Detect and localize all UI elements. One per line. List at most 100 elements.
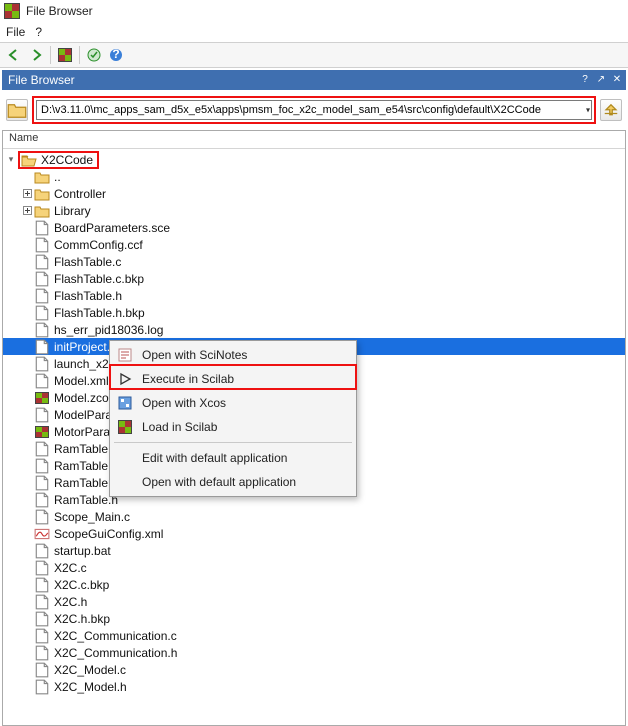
tree-item[interactable]: hs_err_pid18036.log — [3, 321, 625, 338]
tree-item[interactable]: X2C_Communication.h — [3, 644, 625, 661]
help-icon[interactable]: ? — [106, 45, 126, 65]
tree-line — [21, 596, 33, 608]
file-icon — [34, 646, 50, 660]
file-icon — [34, 595, 50, 609]
tree-item[interactable]: X2C.h.bkp — [3, 610, 625, 627]
tree-line — [21, 562, 33, 574]
svg-text:?: ? — [112, 48, 119, 61]
dock-undock-icon[interactable]: ↗ — [596, 75, 606, 85]
tree-item-label: ScopeGuiConfig.xml — [54, 527, 163, 541]
tree-item[interactable]: Scope_Main.c — [3, 508, 625, 525]
tree-item[interactable]: BoardParameters.sce — [3, 219, 625, 236]
dock-header: File Browser ? ↗ ✕ — [2, 70, 626, 90]
tree-line — [21, 528, 33, 540]
tree-line — [21, 273, 33, 285]
app-icon — [4, 3, 20, 19]
tree-item-label: X2C.c.bkp — [54, 578, 109, 592]
tree-item-label: X2C_Communication.c — [54, 629, 177, 643]
tree-item[interactable]: Controller — [3, 185, 625, 202]
tree-item[interactable]: startup.bat — [3, 542, 625, 559]
file-icon — [34, 578, 50, 592]
tree-item-label: Scope_Main.c — [54, 510, 130, 524]
expand-icon[interactable] — [21, 205, 33, 217]
tree-item[interactable]: FlashTable.c — [3, 253, 625, 270]
tree-item[interactable]: CommConfig.ccf — [3, 236, 625, 253]
file-icon — [34, 357, 50, 371]
tree-item-label: FlashTable.c.bkp — [54, 272, 144, 286]
file-icon — [34, 544, 50, 558]
tree-item[interactable]: FlashTable.h — [3, 287, 625, 304]
toolbar: ? — [0, 42, 628, 68]
file-icon — [34, 289, 50, 303]
folder-icon — [34, 170, 50, 184]
back-button[interactable] — [4, 45, 24, 65]
context-menu-item[interactable]: Open with SciNotes — [112, 343, 354, 367]
tree-line — [21, 579, 33, 591]
tree-item[interactable]: X2C.c.bkp — [3, 576, 625, 593]
forward-button[interactable] — [26, 45, 46, 65]
scilab-console-icon[interactable] — [55, 45, 75, 65]
tree-line — [21, 392, 33, 404]
context-menu-item[interactable]: Open with default application — [112, 470, 354, 494]
tree-line — [21, 477, 33, 489]
tree-item[interactable]: .. — [3, 168, 625, 185]
tree-line — [21, 358, 33, 370]
tree-root-label[interactable]: X2CCode — [41, 153, 93, 167]
tree-item-label: X2C_Communication.h — [54, 646, 177, 660]
file-icon — [34, 476, 50, 490]
tree-line — [21, 171, 33, 183]
notes-icon — [116, 346, 134, 364]
column-header-name[interactable]: Name — [3, 131, 625, 149]
tree-line — [21, 324, 33, 336]
tree-line — [21, 443, 33, 455]
tree-item[interactable]: Library — [3, 202, 625, 219]
tree-line — [21, 664, 33, 676]
zcos-icon — [34, 391, 50, 405]
tree-item[interactable]: X2C.h — [3, 593, 625, 610]
dock-help-icon[interactable]: ? — [580, 75, 590, 85]
path-input[interactable] — [36, 100, 592, 120]
tree-item-label: BoardParameters.sce — [54, 221, 170, 235]
tree-item[interactable]: X2C_Model.c — [3, 661, 625, 678]
file-icon — [34, 255, 50, 269]
xcos-icon — [116, 394, 134, 412]
context-menu-label: Open with default application — [142, 475, 296, 489]
tree-line — [21, 460, 33, 472]
file-icon — [34, 680, 50, 694]
context-menu-item[interactable]: Execute in Scilab — [112, 367, 354, 391]
folder-icon-button[interactable] — [6, 99, 28, 121]
tree-line — [21, 613, 33, 625]
dock-close-icon[interactable]: ✕ — [612, 75, 622, 85]
menu-file[interactable]: File — [6, 25, 25, 39]
tree-item-label: X2C_Model.c — [54, 663, 126, 677]
go-up-button[interactable] — [600, 99, 622, 121]
menu-help[interactable]: ? — [35, 25, 42, 39]
expand-icon[interactable] — [21, 188, 33, 200]
tree-item-label: FlashTable.h.bkp — [54, 306, 145, 320]
folder-icon — [21, 153, 37, 167]
pathbar: ▾ — [2, 92, 626, 128]
tree-item[interactable]: X2C_Communication.c — [3, 627, 625, 644]
tree-line — [21, 426, 33, 438]
collapse-icon[interactable]: ▾ — [5, 154, 17, 166]
tree-item-label: startup.bat — [54, 544, 111, 558]
tree-item[interactable]: ScopeGuiConfig.xml — [3, 525, 625, 542]
context-menu-item[interactable]: Open with Xcos — [112, 391, 354, 415]
file-icon — [34, 272, 50, 286]
context-menu-item[interactable]: Edit with default application — [112, 446, 354, 470]
tree-line — [21, 222, 33, 234]
context-menu-item[interactable]: Load in Scilab — [112, 415, 354, 439]
zcos-icon — [34, 425, 50, 439]
tree-line — [21, 681, 33, 693]
tree-item[interactable]: X2C.c — [3, 559, 625, 576]
tree-line — [21, 511, 33, 523]
validate-icon[interactable] — [84, 45, 104, 65]
tree-item-label: X2C.c — [54, 561, 87, 575]
file-icon — [34, 238, 50, 252]
tree-item-label: Model.xml — [54, 374, 109, 388]
tree-item[interactable]: FlashTable.c.bkp — [3, 270, 625, 287]
tree-item[interactable]: X2C_Model.h — [3, 678, 625, 695]
tree-item-label: launch_x2c — [54, 357, 115, 371]
tree-item[interactable]: FlashTable.h.bkp — [3, 304, 625, 321]
context-menu-label: Execute in Scilab — [142, 372, 234, 386]
